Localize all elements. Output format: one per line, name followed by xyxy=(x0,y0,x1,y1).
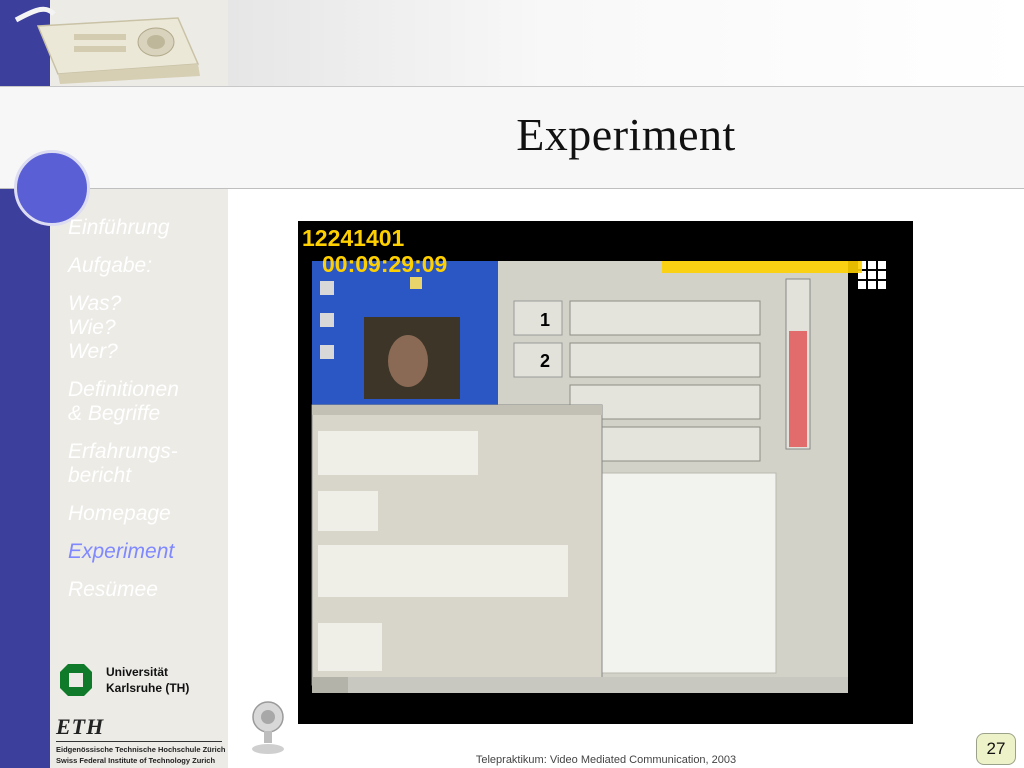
nav-item-einfuehrung[interactable]: Einführung xyxy=(68,216,228,240)
nav-item-experiment[interactable]: Experiment xyxy=(68,540,228,564)
screenshot-id-number: 12241401 xyxy=(302,225,405,251)
slide-footer: Telepraktikum: Video Mediated Communicat… xyxy=(475,754,737,766)
university-karlsruhe-emblem-icon xyxy=(60,664,92,696)
eth-name-german: Eidgenössische Technische Hochschule Zür… xyxy=(56,745,226,754)
eth-name-english: Swiss Federal Institute of Technology Zu… xyxy=(56,756,216,765)
experiment-screenshot: 1 2 12241401 00:09:29:09 xyxy=(298,221,913,724)
slide-navigation: Einführung Aufgabe: Was? Wie? Wer? Defin… xyxy=(68,216,228,616)
university-karlsruhe-logo: Universität Karlsruhe (TH) xyxy=(60,662,230,702)
nav-item-was-wie-wer[interactable]: Was? Wie? Wer? xyxy=(68,292,228,364)
header-band xyxy=(228,0,1024,87)
nav-item-definitionen[interactable]: Definitionen & Begriffe xyxy=(68,378,228,426)
slide-title: Experiment xyxy=(516,109,736,160)
screenshot-row-label-1: 1 xyxy=(540,310,550,330)
screenshot-row-label-2: 2 xyxy=(540,351,550,371)
university-name: Universität xyxy=(106,665,169,679)
university-location: Karlsruhe (TH) xyxy=(106,681,190,695)
projector-icon xyxy=(14,6,200,84)
decorative-circle xyxy=(14,150,90,226)
nav-item-resuemee[interactable]: Resümee xyxy=(68,578,228,602)
webcam-icon xyxy=(252,701,284,754)
page-number: 27 xyxy=(976,733,1016,765)
eth-wordmark: ETH xyxy=(56,714,105,739)
screenshot-timer: 00:09:29:09 xyxy=(322,251,447,277)
nav-item-aufgabe[interactable]: Aufgabe: xyxy=(68,254,228,278)
eth-logo: ETH Eidgenössische Technische Hochschule… xyxy=(56,714,228,766)
nav-item-homepage[interactable]: Homepage xyxy=(68,502,228,526)
nav-item-erfahrungsbericht[interactable]: Erfahrungs- bericht xyxy=(68,440,228,488)
experiment-screenshot-image: 1 2 12241401 00:09:29:09 xyxy=(298,221,913,724)
